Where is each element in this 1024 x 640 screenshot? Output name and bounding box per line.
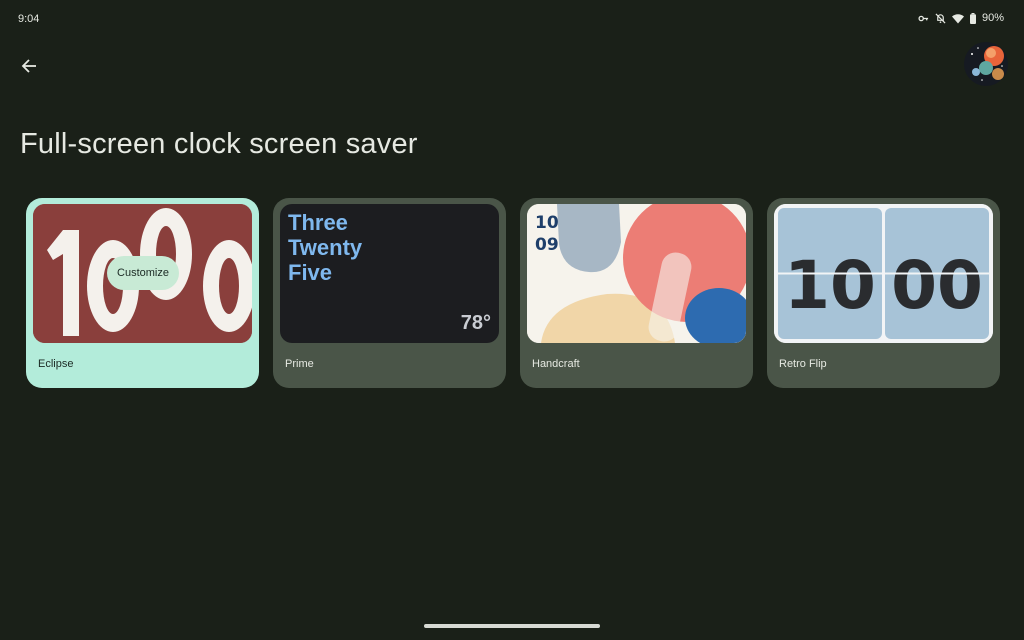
retro-flip-art: 10 00 — [774, 204, 993, 343]
key-icon — [918, 13, 929, 24]
screen: 9:04 90% Full-screen clock screen saver … — [0, 0, 1024, 640]
home-indicator[interactable] — [424, 624, 600, 628]
retro-hour: 10 — [784, 247, 876, 324]
prime-time-line: Five — [288, 260, 333, 285]
status-time: 9:04 — [18, 13, 40, 25]
handcraft-minute: 09 — [535, 235, 559, 255]
card-label-prime: Prime — [285, 358, 314, 370]
page-title: Full-screen clock screen saver — [20, 128, 418, 160]
wifi-icon — [951, 13, 964, 24]
prime-time-text: Three Twenty Five — [288, 210, 362, 285]
card-eclipse[interactable]: Customize Eclipse — [26, 198, 259, 388]
alarm-off-icon — [935, 12, 946, 24]
handcraft-art: 10 09 — [527, 204, 746, 343]
eclipse-preview: Customize — [33, 204, 252, 343]
screen-saver-options: Customize Eclipse Three Twenty Five 78° … — [26, 198, 1000, 388]
card-label-eclipse: Eclipse — [38, 358, 74, 370]
battery-icon — [969, 12, 976, 24]
handcraft-hour: 10 — [535, 213, 559, 233]
retro-flip-preview: 10 00 — [774, 204, 993, 343]
avatar[interactable] — [964, 42, 1008, 86]
prime-temperature: 78° — [460, 312, 491, 334]
back-button[interactable] — [14, 53, 44, 83]
card-label-retro-flip: Retro Flip — [779, 358, 827, 370]
prime-time-line: Three — [288, 210, 348, 235]
status-icons: 90% — [918, 12, 1004, 24]
handcraft-preview: 10 09 — [527, 204, 746, 343]
prime-time-line: Twenty — [288, 235, 363, 260]
card-handcraft[interactable]: 10 09 Handcraft — [520, 198, 753, 388]
retro-minute: 00 — [891, 247, 983, 324]
card-label-handcraft: Handcraft — [532, 358, 580, 370]
arrow-back-icon — [21, 58, 37, 79]
prime-preview: Three Twenty Five 78° — [280, 204, 499, 343]
battery-percent: 90% — [981, 12, 1004, 24]
customize-button[interactable]: Customize — [107, 256, 179, 290]
card-prime[interactable]: Three Twenty Five 78° Prime — [273, 198, 506, 388]
card-retro-flip[interactable]: 10 00 Retro Flip — [767, 198, 1000, 388]
